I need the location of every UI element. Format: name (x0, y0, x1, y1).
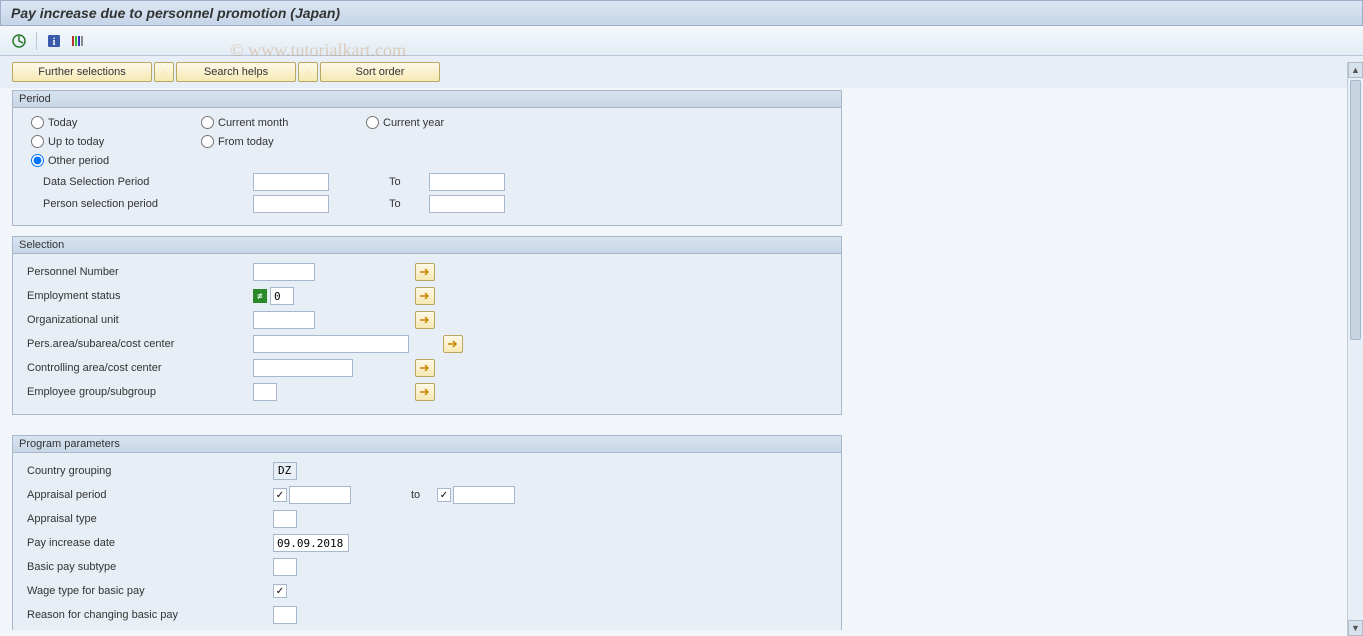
person-selection-to-label: To (389, 198, 429, 210)
search-helps-arrow-icon[interactable] (154, 62, 174, 82)
basic-pay-subtype-input[interactable] (273, 558, 297, 576)
content-area: Further selections Search helps Sort ord… (0, 56, 1363, 630)
radio-current-month[interactable]: Current month (201, 116, 366, 129)
personnel-number-input[interactable] (253, 263, 315, 281)
person-selection-period-label: Person selection period (23, 198, 253, 210)
personnel-number-multi-button[interactable] (415, 263, 435, 281)
org-unit-label: Organizational unit (23, 314, 253, 326)
data-selection-period-label: Data Selection Period (23, 176, 253, 188)
radio-current-year-label: Current year (383, 117, 444, 129)
program-parameters-title: Program parameters (13, 436, 841, 453)
radio-up-to-today[interactable]: Up to today (31, 135, 201, 148)
radio-from-today[interactable]: From today (201, 135, 366, 148)
svg-text:i: i (53, 37, 56, 48)
pay-increase-date-label: Pay increase date (23, 537, 273, 549)
pers-area-multi-button[interactable] (443, 335, 463, 353)
selection-group-title: Selection (13, 237, 841, 254)
radio-today[interactable]: Today (31, 116, 201, 129)
further-selections-button[interactable]: Further selections (12, 62, 152, 82)
country-grouping-value: DZ (273, 462, 297, 480)
data-selection-from-input[interactable] (253, 173, 329, 191)
radio-today-label: Today (48, 117, 77, 129)
period-group: Period Today Current month Current year … (12, 90, 842, 226)
person-selection-to-input[interactable] (429, 195, 505, 213)
controlling-area-input[interactable] (253, 359, 353, 377)
app-toolbar: i (0, 26, 1363, 56)
appraisal-type-label: Appraisal type (23, 513, 273, 525)
employee-group-multi-button[interactable] (415, 383, 435, 401)
reason-input[interactable] (273, 606, 297, 624)
basic-pay-subtype-label: Basic pay subtype (23, 561, 273, 573)
appraisal-type-input[interactable] (273, 510, 297, 528)
employment-status-label: Employment status (23, 290, 253, 302)
scroll-down-icon[interactable]: ▼ (1348, 620, 1363, 636)
appraisal-period-to-label: to (411, 489, 437, 501)
radio-from-today-label: From today (218, 136, 274, 148)
pers-area-label: Pers.area/subarea/cost center (23, 338, 253, 350)
execute-icon[interactable] (10, 32, 28, 50)
appraisal-period-from-input[interactable] (289, 486, 351, 504)
controlling-area-label: Controlling area/cost center (23, 362, 253, 374)
radio-current-month-label: Current month (218, 117, 288, 129)
wage-type-label: Wage type for basic pay (23, 585, 273, 597)
pers-area-input[interactable] (253, 335, 409, 353)
wage-type-checkbox[interactable]: ✓ (273, 584, 287, 598)
country-grouping-label: Country grouping (23, 465, 273, 477)
employee-group-input[interactable] (253, 383, 277, 401)
person-selection-from-input[interactable] (253, 195, 329, 213)
appraisal-period-label: Appraisal period (23, 489, 273, 501)
appraisal-period-checkbox[interactable]: ✓ (273, 488, 287, 502)
info-icon[interactable]: i (45, 32, 63, 50)
employment-status-input[interactable] (270, 287, 294, 305)
vertical-scrollbar[interactable]: ▲ ▼ (1347, 62, 1363, 636)
sort-order-arrow-icon[interactable] (298, 62, 318, 82)
selection-button-row: Further selections Search helps Sort ord… (0, 56, 1363, 88)
org-unit-input[interactable] (253, 311, 315, 329)
scroll-up-icon[interactable]: ▲ (1348, 62, 1363, 78)
list-icon[interactable] (69, 32, 87, 50)
scroll-thumb[interactable] (1350, 80, 1361, 340)
radio-other-period[interactable]: Other period (31, 154, 201, 167)
reason-label: Reason for changing basic pay (23, 609, 273, 621)
data-selection-to-label: To (389, 176, 429, 188)
not-equal-icon[interactable]: ≠ (253, 289, 267, 303)
radio-other-period-label: Other period (48, 155, 109, 167)
appraisal-period-to-input[interactable] (453, 486, 515, 504)
program-parameters-group: Program parameters Country grouping DZ A… (12, 435, 842, 630)
controlling-area-multi-button[interactable] (415, 359, 435, 377)
page-title: Pay increase due to personnel promotion … (0, 0, 1363, 26)
selection-group: Selection Personnel Number Employment st… (12, 236, 842, 415)
employment-status-multi-button[interactable] (415, 287, 435, 305)
pay-increase-date-input[interactable] (273, 534, 349, 552)
data-selection-to-input[interactable] (429, 173, 505, 191)
org-unit-multi-button[interactable] (415, 311, 435, 329)
radio-up-to-today-label: Up to today (48, 136, 104, 148)
radio-current-year[interactable]: Current year (366, 116, 516, 129)
search-helps-button[interactable]: Search helps (176, 62, 296, 82)
employee-group-label: Employee group/subgroup (23, 386, 253, 398)
appraisal-period-to-checkbox[interactable]: ✓ (437, 488, 451, 502)
personnel-number-label: Personnel Number (23, 266, 253, 278)
sort-order-button[interactable]: Sort order (320, 62, 440, 82)
toolbar-separator (36, 32, 37, 50)
period-group-title: Period (13, 91, 841, 108)
